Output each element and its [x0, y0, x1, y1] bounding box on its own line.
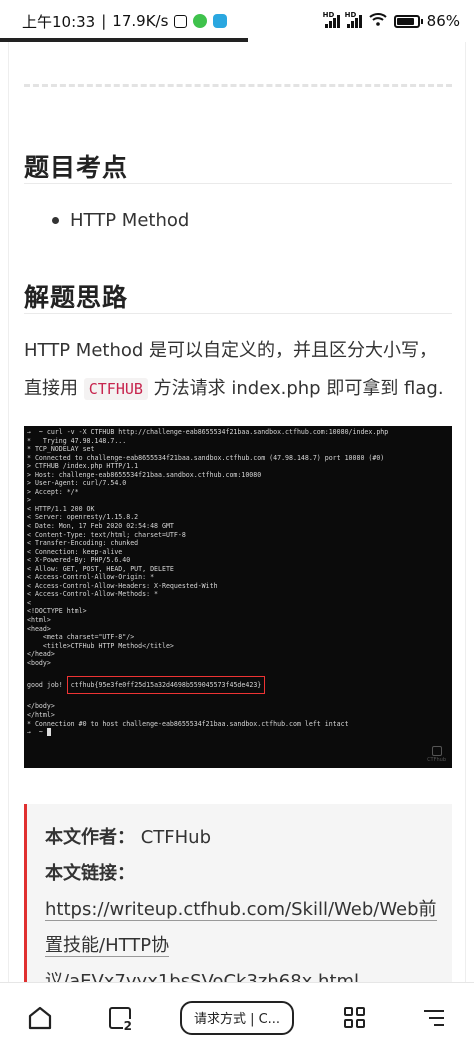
terminal-line: </html> [27, 710, 55, 719]
terminal-line: <html> [27, 616, 51, 625]
home-icon [28, 1006, 52, 1029]
terminal-line: < Access-Control-Allow-Methods: * [27, 590, 159, 599]
terminal-screenshot[interactable]: → ~ curl -v -X CTFHUB http://challenge-e… [24, 426, 452, 768]
terminal-line: < X-Powered-By: PHP/5.6.40 [27, 556, 131, 565]
clock: 上午10:33 [22, 12, 96, 31]
section-title-solution: 解题思路 [24, 283, 129, 312]
wechat-icon [193, 14, 208, 28]
notification-off-icon [174, 14, 188, 28]
terminal-line: > CTFHUB /index.php HTTP/1.1 [27, 462, 139, 471]
terminal-line: * Trying 47.98.148.7... [27, 436, 127, 445]
terminal-line: <!DOCTYPE html> [27, 607, 87, 616]
terminal-line: * Connection #0 to host challenge-eab865… [27, 719, 349, 728]
copyright-box: 本文作者： CTFHub 本文链接： https://writeup.ctfhu… [24, 804, 452, 982]
author-label: 本文作者： [45, 827, 135, 848]
terminal-line: <meta charset="UTF-8"/> [27, 633, 135, 642]
menu-icon [424, 1009, 444, 1026]
terminal-line: * TCP_NODELAY set [27, 445, 95, 454]
apps-button[interactable] [334, 998, 374, 1038]
address-bar[interactable]: 请求方式 | C... [180, 1000, 294, 1035]
terminal-line: < Allow: GET, POST, HEAD, PUT, DELETE [27, 564, 174, 573]
network-speed: 17.9K/s [112, 12, 169, 30]
battery-icon [393, 14, 423, 28]
terminal-line: < HTTP/1.1 200 OK [27, 504, 95, 513]
home-button[interactable] [20, 998, 60, 1038]
terminal-line: → ~ [27, 728, 449, 737]
grid-icon [343, 1007, 365, 1028]
solution-paragraph: HTTP Method 是可以自定义的，并且区分大小写， 直接用 CTFHUB … [24, 340, 444, 400]
terminal-line: < Access-Control-Allow-Origin: * [27, 573, 155, 582]
ctfhub-logo-icon [431, 746, 442, 756]
article-link[interactable]: https://writeup.ctfhub.com/Skill/Web/Web… [45, 892, 452, 982]
heading-underline [24, 313, 452, 314]
terminal-line: > User-Agent: curl/7.54.0 [27, 479, 127, 488]
app-notification-icon [213, 14, 228, 28]
section-title-key-points: 题目考点 [24, 153, 129, 182]
terminal-line: → ~ curl -v -X CTFHUB http://challenge-e… [27, 428, 389, 436]
wifi-icon [368, 12, 387, 30]
flag-highlight: ctfhub{95e3fe0ff25d15a32d4698b559045573f… [66, 675, 266, 694]
tab-count: 2 [122, 1018, 133, 1033]
terminal-line: < Content-Type: text/html; charset=UTF-8 [27, 530, 186, 539]
terminal-line: < Server: openresty/1.15.8.2 [27, 513, 139, 522]
terminal-line: <head> [27, 624, 51, 633]
signal-2-icon: HD [345, 11, 362, 28]
author-value: CTFHub [140, 827, 212, 848]
terminal-line: </body> [27, 702, 55, 711]
battery-level: 86% [426, 12, 460, 30]
bullet-dot-icon [52, 217, 59, 224]
article-page[interactable]: 题目考点 HTTP Method 解题思路 HTTP Method 是可以自定义… [0, 42, 474, 982]
terminal-line: < Date: Mon, 17 Feb 2020 02:54:48 GMT [27, 522, 174, 531]
terminal-cursor [46, 728, 51, 737]
terminal-line: > Accept: */* [27, 487, 79, 496]
terminal-line: <body> [27, 658, 51, 667]
signal-1-icon: HD [323, 11, 340, 28]
terminal-line: > [27, 496, 31, 505]
list-item: HTTP Method [52, 210, 189, 231]
browser-bottom-nav: 2 请求方式 | C... [0, 982, 474, 1052]
terminal-line: < Connection: keep-alive [27, 547, 123, 556]
heading-underline [24, 183, 452, 184]
terminal-line: < Access-Control-Allow-Headers: X-Reques… [27, 581, 218, 590]
terminal-line: < Transfer-Encoding: chunked [27, 539, 139, 548]
status-bar: 上午10:33 | 17.9K/s HD HD 86% [0, 0, 474, 42]
tabs-icon: 2 [109, 1006, 133, 1033]
terminal-line: <title>CTFHub HTTP Method</title> [27, 641, 174, 650]
terminal-line: * Connected to challenge-eab8655534f21ba… [27, 453, 385, 462]
tabs-button[interactable]: 2 [100, 998, 140, 1038]
inline-code: CTFHUB [83, 378, 148, 400]
terminal-line: > Host: challenge-eab8655534f21baa.sandb… [27, 470, 262, 479]
terminal-line: </head> [27, 650, 55, 659]
menu-button[interactable] [414, 998, 454, 1038]
dashed-divider [24, 84, 452, 87]
ctfhub-logo: CTFhub [427, 746, 446, 763]
terminal-line: < [27, 598, 31, 607]
link-label: 本文链接： [45, 863, 135, 884]
terminal-line: good job! ctfhub{95e3fe0ff25d15a32d4698b… [27, 675, 449, 694]
